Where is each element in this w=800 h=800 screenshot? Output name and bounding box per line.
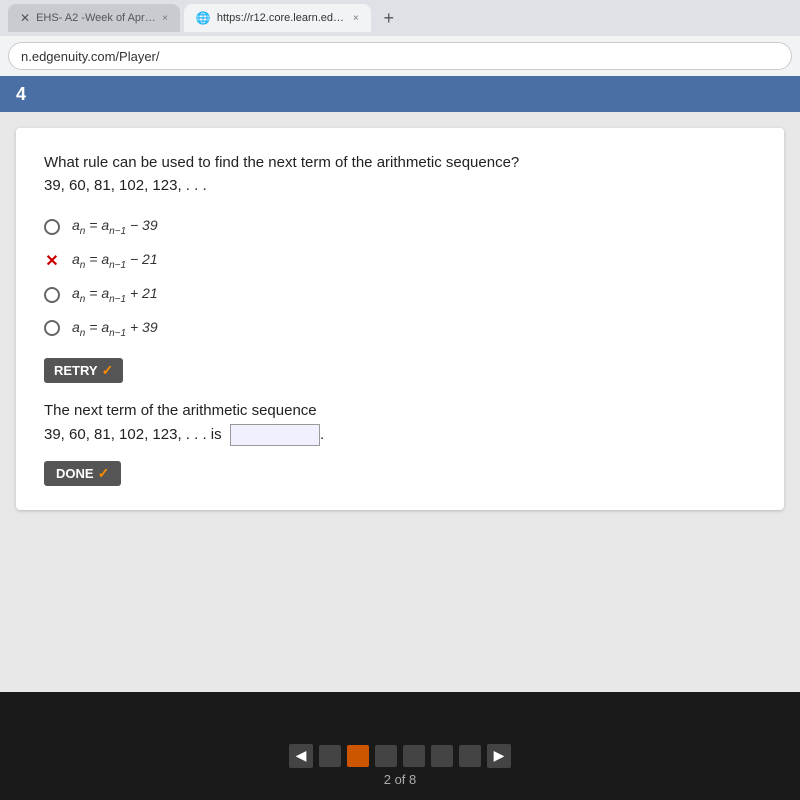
address-bar-url: n.edgenuity.com/Player/	[21, 49, 160, 64]
nav-dot-5[interactable]	[431, 745, 453, 767]
nav-controls: ◀ ▶	[289, 744, 511, 768]
option-1[interactable]: an = an−1 − 39	[44, 217, 756, 237]
browser-chrome: ✕ EHS- A2 -Week of April 4 - Edge... × 🌐…	[0, 0, 800, 76]
done-check-icon: ✓	[98, 465, 110, 482]
retry-button[interactable]: RETRY ✓	[44, 358, 123, 383]
tab-2[interactable]: 🌐 https://r12.core.learn.edgenuity.c... …	[184, 4, 371, 32]
page-number: 4	[16, 84, 26, 105]
nav-next-button[interactable]: ▶	[487, 744, 511, 768]
tab2-close[interactable]: ×	[353, 13, 359, 24]
nav-prev-button[interactable]: ◀	[289, 744, 313, 768]
tab1-favicon: ✕	[20, 11, 30, 25]
nav-dot-4[interactable]	[403, 745, 425, 767]
wrong-mark-icon: ✕	[44, 251, 60, 271]
done-label: DONE	[56, 466, 94, 481]
question-text: What rule can be used to find the next t…	[44, 152, 756, 197]
tab-1[interactable]: ✕ EHS- A2 -Week of April 4 - Edge... ×	[8, 4, 180, 32]
question-card: What rule can be used to find the next t…	[16, 128, 784, 510]
new-tab-button[interactable]: +	[375, 4, 403, 32]
tab2-favicon: 🌐	[196, 11, 211, 25]
answer-input-box[interactable]	[230, 424, 320, 446]
answer-options: an = an−1 − 39 ✕ an = an−1 − 21 an = an−…	[44, 217, 756, 338]
tab1-label: EHS- A2 -Week of April 4 - Edge...	[36, 12, 156, 24]
nav-dot-3[interactable]	[375, 745, 397, 767]
option-3[interactable]: an = an−1 + 21	[44, 285, 756, 305]
option-4[interactable]: an = an−1 + 39	[44, 319, 756, 339]
tab1-close[interactable]: ×	[162, 13, 168, 24]
radio-4[interactable]	[44, 320, 60, 336]
option-3-label: an = an−1 + 21	[72, 285, 158, 305]
nav-dot-6[interactable]	[459, 745, 481, 767]
nav-dot-1[interactable]	[319, 745, 341, 767]
radio-3[interactable]	[44, 287, 60, 303]
address-bar-row: n.edgenuity.com/Player/	[0, 36, 800, 76]
option-1-label: an = an−1 − 39	[72, 217, 158, 237]
option-2[interactable]: ✕ an = an−1 − 21	[44, 251, 756, 271]
page-header-bar: 4	[0, 76, 800, 112]
followup-text: The next term of the arithmetic sequence…	[44, 399, 756, 447]
retry-label: RETRY	[54, 363, 98, 378]
followup-line2: 39, 60, 81, 102, 123, . . . is	[44, 426, 222, 443]
followup-line1: The next term of the arithmetic sequence	[44, 402, 317, 419]
question-line1: What rule can be used to find the next t…	[44, 154, 519, 171]
option-2-label: an = an−1 − 21	[72, 251, 158, 271]
tab-bar: ✕ EHS- A2 -Week of April 4 - Edge... × 🌐…	[0, 0, 800, 36]
bottom-nav: ◀ ▶ 2 of 8	[0, 730, 800, 800]
radio-1[interactable]	[44, 219, 60, 235]
question-line2: 39, 60, 81, 102, 123, . . .	[44, 177, 207, 194]
address-bar[interactable]: n.edgenuity.com/Player/	[8, 42, 792, 70]
nav-dot-2[interactable]	[347, 745, 369, 767]
done-button[interactable]: DONE ✓	[44, 461, 121, 486]
content-area: What rule can be used to find the next t…	[0, 112, 800, 692]
page-indicator: 2 of 8	[384, 772, 417, 787]
retry-check-icon: ✓	[102, 362, 114, 379]
tab2-label: https://r12.core.learn.edgenuity.c...	[217, 12, 347, 24]
option-4-label: an = an−1 + 39	[72, 319, 158, 339]
